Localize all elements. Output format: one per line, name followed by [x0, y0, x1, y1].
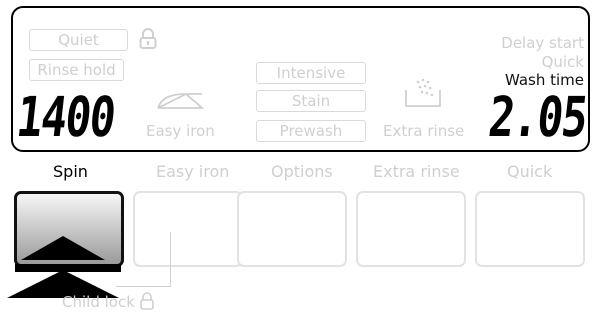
prewash-indicator: Prewash	[256, 120, 366, 142]
delay-start-indicator: Delay start	[501, 34, 584, 52]
arrow-up-icon	[7, 236, 121, 298]
quick-button[interactable]	[475, 191, 585, 267]
options-label: Options	[271, 162, 333, 181]
extra-rinse-icon	[405, 78, 441, 107]
wash-time-value: 2.05	[485, 85, 590, 149]
spin-button[interactable]	[7, 191, 124, 298]
extra-rinse-label: Extra rinse	[373, 162, 460, 181]
quiet-indicator: Quiet	[29, 29, 128, 51]
quick-indicator: Quick	[541, 53, 584, 71]
quick-label: Quick	[507, 162, 553, 181]
lock-icon	[139, 292, 154, 310]
lock-icon	[139, 28, 157, 49]
extra-rinse-indicator: Extra rinse	[383, 122, 465, 140]
intensive-indicator: Intensive	[256, 62, 366, 84]
child-lock-text: Child lock	[62, 293, 135, 311]
child-lock-label: Child lock	[62, 292, 154, 311]
rinse-hold-indicator: Rinse hold	[29, 59, 124, 81]
spin-speed-value: 1400	[13, 85, 118, 149]
options-button[interactable]	[237, 191, 347, 267]
stain-indicator: Stain	[256, 90, 366, 112]
child-lock-bracket	[116, 232, 171, 287]
iron-icon	[157, 92, 205, 109]
easy-iron-label: Easy iron	[156, 162, 230, 181]
extra-rinse-button[interactable]	[356, 191, 466, 267]
spin-label: Spin	[53, 162, 88, 181]
easy-iron-indicator: Easy iron	[146, 122, 215, 140]
